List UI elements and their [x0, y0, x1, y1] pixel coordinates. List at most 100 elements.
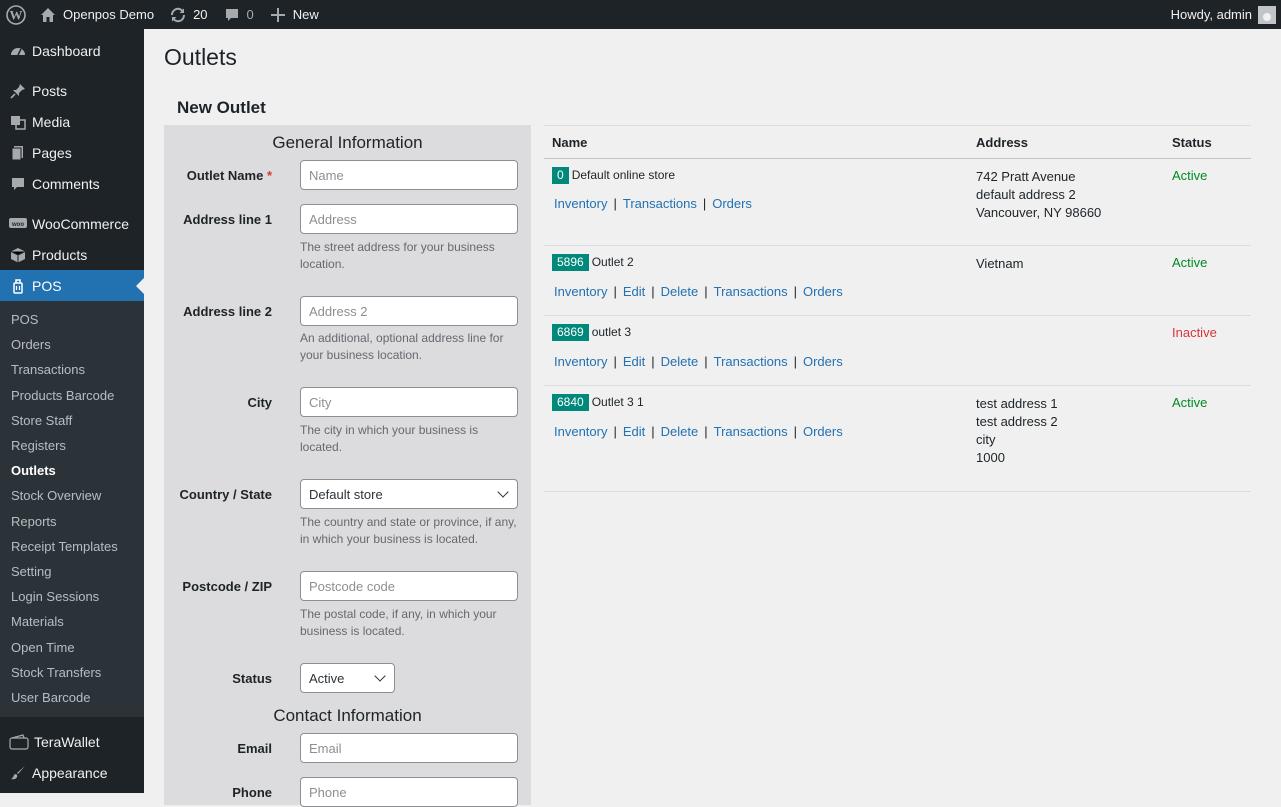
delete-link[interactable]: Delete — [661, 424, 699, 439]
inventory-link[interactable]: Inventory — [554, 196, 607, 211]
menu-products-label: Products — [32, 246, 88, 263]
menu-pages-label: Pages — [32, 144, 72, 161]
table-header: Name Address Status — [544, 125, 1251, 159]
postcode-placeholder: Postcode code — [309, 578, 396, 594]
chevron-down-icon — [374, 670, 386, 682]
inventory-link[interactable]: Inventory — [554, 284, 607, 299]
outlet-name-placeholder: Name — [309, 167, 344, 183]
submenu-user-barcode[interactable]: User Barcode — [0, 685, 144, 710]
site-name-link[interactable]: Openpos Demo — [31, 0, 161, 29]
submenu-registers[interactable]: Registers — [0, 433, 144, 458]
menu-media[interactable]: Media — [0, 106, 144, 137]
transactions-link[interactable]: Transactions — [714, 424, 788, 439]
address-line: test address 1 — [976, 396, 1058, 411]
outlet-name-cell: 5896 Outlet 2 — [552, 254, 634, 271]
menu-pos[interactable]: POS — [0, 270, 144, 301]
outlet-name-cell: 6840 Outlet 3 1 — [552, 394, 644, 411]
status-cell: Active — [1172, 168, 1208, 183]
submenu-outlets[interactable]: Outlets — [0, 458, 144, 483]
city-label: City — [247, 395, 272, 410]
column-header-name[interactable]: Name — [552, 135, 587, 150]
orders-link[interactable]: Orders — [803, 424, 843, 439]
table-row: 6869 outlet 3 Inventory | Edit | Delete | Trans… — [544, 316, 1251, 386]
table-row: 5896 Outlet 2 Inventory | Edit | Delete | Trans… — [544, 246, 1251, 316]
row-actions: Inventory | Edit | Delete | Transactions | Order… — [554, 424, 843, 439]
submenu-orders[interactable]: Orders — [0, 332, 144, 357]
menu-pages[interactable]: Pages — [0, 137, 144, 168]
submenu-materials[interactable]: Materials — [0, 609, 144, 634]
outlet-id-badge: 0 — [552, 167, 569, 184]
comments-link[interactable]: 0 — [215, 0, 261, 29]
transactions-link[interactable]: Transactions — [714, 284, 788, 299]
pin-icon — [8, 81, 28, 101]
outlet-name-cell: 6869 outlet 3 — [552, 324, 631, 341]
address-cell: Vietnam — [976, 255, 1023, 273]
outlet-name-input[interactable]: Name — [300, 160, 518, 190]
my-account-link[interactable]: Howdy, admin — [1164, 0, 1281, 29]
email-input[interactable]: Email — [300, 733, 518, 763]
menu-woocommerce-label: WooCommerce — [32, 215, 129, 232]
submenu-store-staff[interactable]: Store Staff — [0, 408, 144, 433]
menu-dashboard-label: Dashboard — [32, 42, 101, 59]
address-line: 742 Pratt Avenue — [976, 169, 1076, 184]
new-content-link[interactable]: New — [261, 0, 326, 29]
menu-woocommerce[interactable]: woo WooCommerce — [0, 208, 144, 239]
outlet-name-label: Outlet Name * — [186, 168, 272, 183]
address1-input[interactable]: Address — [300, 204, 518, 234]
submenu-products-barcode[interactable]: Products Barcode — [0, 383, 144, 408]
country-state-select[interactable]: Default store — [300, 479, 518, 509]
outlet-name: Outlet 3 1 — [591, 395, 644, 409]
address1-help: The street address for your business loc… — [300, 240, 495, 271]
menu-products[interactable]: Products — [0, 239, 144, 270]
orders-link[interactable]: Orders — [803, 284, 843, 299]
submenu-stock-transfers[interactable]: Stock Transfers — [0, 660, 144, 685]
submenu-pos[interactable]: POS — [0, 307, 144, 332]
submenu-reports[interactable]: Reports — [0, 509, 144, 534]
menu-terawallet[interactable]: TeraWallet — [0, 726, 144, 757]
orders-link[interactable]: Orders — [712, 196, 752, 211]
phone-input[interactable]: Phone — [300, 777, 518, 807]
updates-link[interactable]: 20 — [161, 0, 214, 29]
pos-icon — [8, 276, 28, 296]
address-line: 1000 — [976, 450, 1005, 465]
menu-terawallet-label: TeraWallet — [34, 733, 100, 750]
inventory-link[interactable]: Inventory — [554, 354, 607, 369]
submenu-setting[interactable]: Setting — [0, 559, 144, 584]
wordpress-logo-icon[interactable]: W — [1, 0, 31, 29]
menu-posts[interactable]: Posts — [0, 75, 144, 106]
edit-link[interactable]: Edit — [623, 284, 645, 299]
orders-link[interactable]: Orders — [803, 354, 843, 369]
submenu-stock-overview[interactable]: Stock Overview — [0, 483, 144, 508]
avatar — [1258, 5, 1276, 24]
status-select[interactable]: Active — [300, 663, 395, 693]
delete-link[interactable]: Delete — [661, 354, 699, 369]
transactions-link[interactable]: Transactions — [714, 354, 788, 369]
row-actions: Inventory | Edit | Delete | Transactions | Order… — [554, 284, 843, 299]
phone-placeholder: Phone — [309, 784, 347, 800]
menu-comments[interactable]: Comments — [0, 168, 144, 199]
submenu-receipt-templates[interactable]: Receipt Templates — [0, 534, 144, 559]
submenu-transactions[interactable]: Transactions — [0, 357, 144, 382]
postcode-input[interactable]: Postcode code — [300, 571, 518, 601]
city-input[interactable]: City — [300, 387, 518, 417]
column-header-status[interactable]: Status — [1172, 135, 1212, 150]
country-help: The country and state or province, if an… — [300, 515, 517, 546]
svg-text:woo: woo — [11, 222, 24, 228]
country-label: Country / State — [179, 487, 272, 502]
updates-count: 20 — [193, 7, 208, 22]
menu-media-label: Media — [32, 113, 71, 130]
outlet-name: outlet 3 — [591, 325, 632, 339]
admin-sidebar: Dashboard Posts Media Pages Comments woo… — [0, 29, 144, 793]
transactions-link[interactable]: Transactions — [623, 196, 697, 211]
submenu-login-sessions[interactable]: Login Sessions — [0, 584, 144, 609]
submenu-open-time[interactable]: Open Time — [0, 634, 144, 659]
edit-link[interactable]: Edit — [623, 424, 645, 439]
address-line: Vancouver, NY 98660 — [976, 205, 1102, 220]
edit-link[interactable]: Edit — [623, 354, 645, 369]
inventory-link[interactable]: Inventory — [554, 424, 607, 439]
address2-input[interactable]: Address 2 — [300, 296, 518, 326]
delete-link[interactable]: Delete — [661, 284, 699, 299]
menu-dashboard[interactable]: Dashboard — [0, 35, 144, 66]
menu-appearance[interactable]: Appearance — [0, 757, 144, 788]
column-header-address[interactable]: Address — [976, 135, 1028, 150]
